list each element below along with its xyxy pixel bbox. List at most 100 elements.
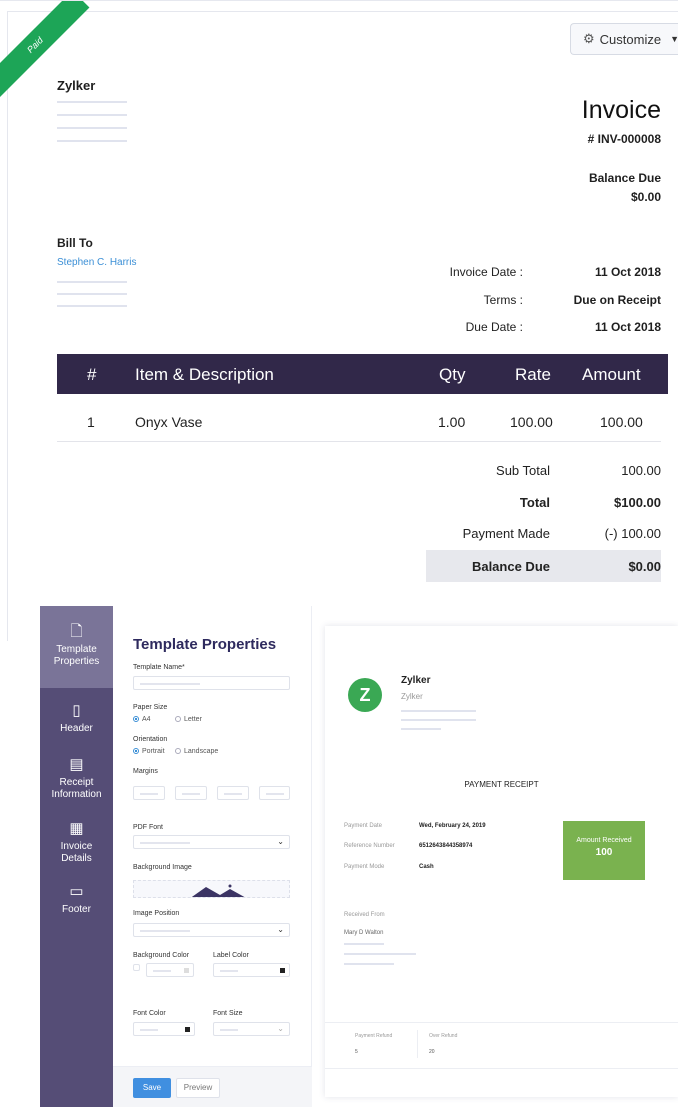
editor-sidebar: 🗋 Template Properties ▯ Header ▤ Receipt…	[40, 606, 113, 1107]
invoice-panel: Paid ⚙ Customize ▼ Zylker Invoice # INV-…	[0, 0, 678, 641]
address-placeholder-line	[57, 101, 127, 103]
panel-footer: Save Preview	[113, 1066, 312, 1107]
color-swatch	[185, 1027, 190, 1032]
paper-letter-radio[interactable]: Letter	[175, 716, 202, 723]
invoice-frame	[7, 11, 678, 641]
save-button[interactable]: Save	[133, 1078, 171, 1098]
row-qty: 1.00	[438, 414, 466, 430]
amount-received-box: Amount Received 100	[563, 821, 645, 880]
row-item: Onyx Vase	[135, 414, 203, 430]
col-amount: Amount	[582, 365, 641, 384]
address-placeholder-line	[401, 719, 476, 721]
customer-name-link[interactable]: Stephen C. Harris	[57, 257, 136, 268]
received-from-label: Received From	[344, 912, 385, 918]
caret-down-icon: ▼	[670, 34, 678, 44]
reference-number-value: 6512643844358974	[419, 843, 473, 849]
invoice-title: Invoice	[581, 96, 661, 124]
sidebar-item-template-properties[interactable]: 🗋 Template Properties	[40, 606, 113, 688]
font-size-input[interactable]: ⌄	[213, 1022, 290, 1036]
customize-label: Customize	[599, 31, 662, 47]
over-refund-label: Over Refund	[429, 1033, 458, 1039]
items-table-header: # Item & Description Qty Rate Amount	[57, 354, 668, 394]
sidebar-label: Receipt	[59, 777, 94, 788]
row-number: 1	[87, 414, 95, 430]
receipt-divider	[325, 1068, 678, 1069]
receipt-company-sub: Zylker	[401, 692, 423, 701]
template-properties-panel: Template Properties Template Name* Paper…	[113, 606, 312, 1107]
sidebar-item-invoice-details[interactable]: ▦ Invoice Details	[40, 821, 113, 865]
address-placeholder-line	[344, 943, 384, 945]
background-color-input[interactable]	[146, 963, 194, 977]
balance-due-total-value: $0.00	[628, 559, 661, 574]
balance-due-label: Balance Due	[588, 171, 661, 185]
footer-icon: ▭	[69, 883, 84, 900]
receipt-preview-area: Z Zylker Zylker PAYMENT RECEIPT Payment …	[312, 606, 678, 1107]
paper-a4-radio[interactable]: A4	[133, 716, 151, 723]
address-placeholder-line	[344, 963, 394, 965]
amount-received-label: Amount Received	[576, 837, 632, 844]
margin-right-input[interactable]	[259, 786, 290, 800]
pdf-font-select[interactable]: ⌄	[133, 835, 290, 849]
background-image-upload[interactable]	[133, 880, 290, 898]
address-placeholder-line	[401, 728, 441, 730]
address-placeholder-line	[57, 127, 127, 129]
gear-icon: ⚙	[583, 31, 595, 46]
row-amount: 100.00	[600, 414, 643, 430]
portrait-radio[interactable]: Portrait	[133, 748, 165, 755]
col-rate: Rate	[515, 365, 551, 384]
address-placeholder-line	[57, 114, 127, 116]
billing-placeholder-line	[57, 281, 127, 283]
customize-button[interactable]: ⚙ Customize ▼	[570, 23, 678, 55]
sidebar-label: Properties	[53, 656, 100, 667]
receipt-icon: ▤	[69, 756, 84, 773]
receipt-company-name: Zylker	[401, 675, 431, 686]
preview-button[interactable]: Preview	[176, 1078, 220, 1098]
template-name-input[interactable]	[133, 676, 290, 690]
company-name: Zylker	[57, 78, 96, 93]
template-name-label: Template Name*	[133, 664, 185, 671]
subtotal-value: 100.00	[621, 463, 661, 478]
image-position-label: Image Position	[133, 910, 180, 917]
font-color-label: Font Color	[133, 1010, 166, 1017]
total-label: Total	[519, 495, 550, 510]
margin-top-input[interactable]	[133, 786, 165, 800]
subtotal-label: Sub Total	[496, 463, 550, 478]
sidebar-item-receipt-information[interactable]: ▤ Receipt Information	[40, 757, 113, 801]
pdf-font-label: PDF Font	[133, 824, 163, 831]
billing-placeholder-line	[57, 293, 127, 295]
amount-received-value: 100	[595, 847, 613, 858]
invoice-number: # INV-000008	[587, 132, 661, 146]
landscape-radio[interactable]: Landscape	[175, 748, 218, 755]
sidebar-item-footer[interactable]: ▭ Footer	[40, 884, 113, 916]
received-from-name: Mary D Walton	[344, 930, 384, 936]
background-color-label: Background Color	[133, 952, 190, 959]
due-date-label: Due Date :	[465, 320, 523, 334]
col-number: #	[87, 365, 97, 384]
document-icon: 🗋	[70, 623, 83, 640]
font-size-label: Font Size	[213, 1010, 243, 1017]
payment-refund-label: Payment Refund	[355, 1033, 393, 1039]
background-color-checkbox[interactable]	[133, 964, 140, 971]
payment-mode-value: Cash	[419, 864, 434, 870]
font-color-input[interactable]	[133, 1022, 195, 1036]
margin-bottom-input[interactable]	[175, 786, 207, 800]
margin-left-input[interactable]	[217, 786, 249, 800]
over-refund-value: 20	[429, 1049, 435, 1055]
invoice-date-value: 11 Oct 2018	[594, 265, 661, 279]
mountain-image-icon	[191, 884, 245, 897]
orientation-label: Orientation	[133, 736, 168, 743]
sidebar-label: Details	[61, 853, 92, 864]
billing-placeholder-line	[57, 305, 127, 307]
address-placeholder-line	[401, 710, 476, 712]
template-editor: 🗋 Template Properties ▯ Header ▤ Receipt…	[40, 606, 678, 1107]
image-position-select[interactable]: ⌄	[133, 923, 290, 937]
terms-label: Terms :	[483, 293, 523, 307]
reference-number-label: Reference Number	[344, 843, 395, 849]
label-color-input[interactable]	[213, 963, 290, 977]
invoice-date-label: Invoice Date :	[449, 265, 523, 279]
sidebar-label: Template	[56, 644, 97, 655]
sidebar-item-header[interactable]: ▯ Header	[40, 703, 113, 735]
balance-due-total-label: Balance Due	[471, 559, 550, 574]
payment-made-value: (-) 100.00	[604, 526, 661, 541]
payment-mode-label: Payment Mode	[344, 864, 385, 870]
